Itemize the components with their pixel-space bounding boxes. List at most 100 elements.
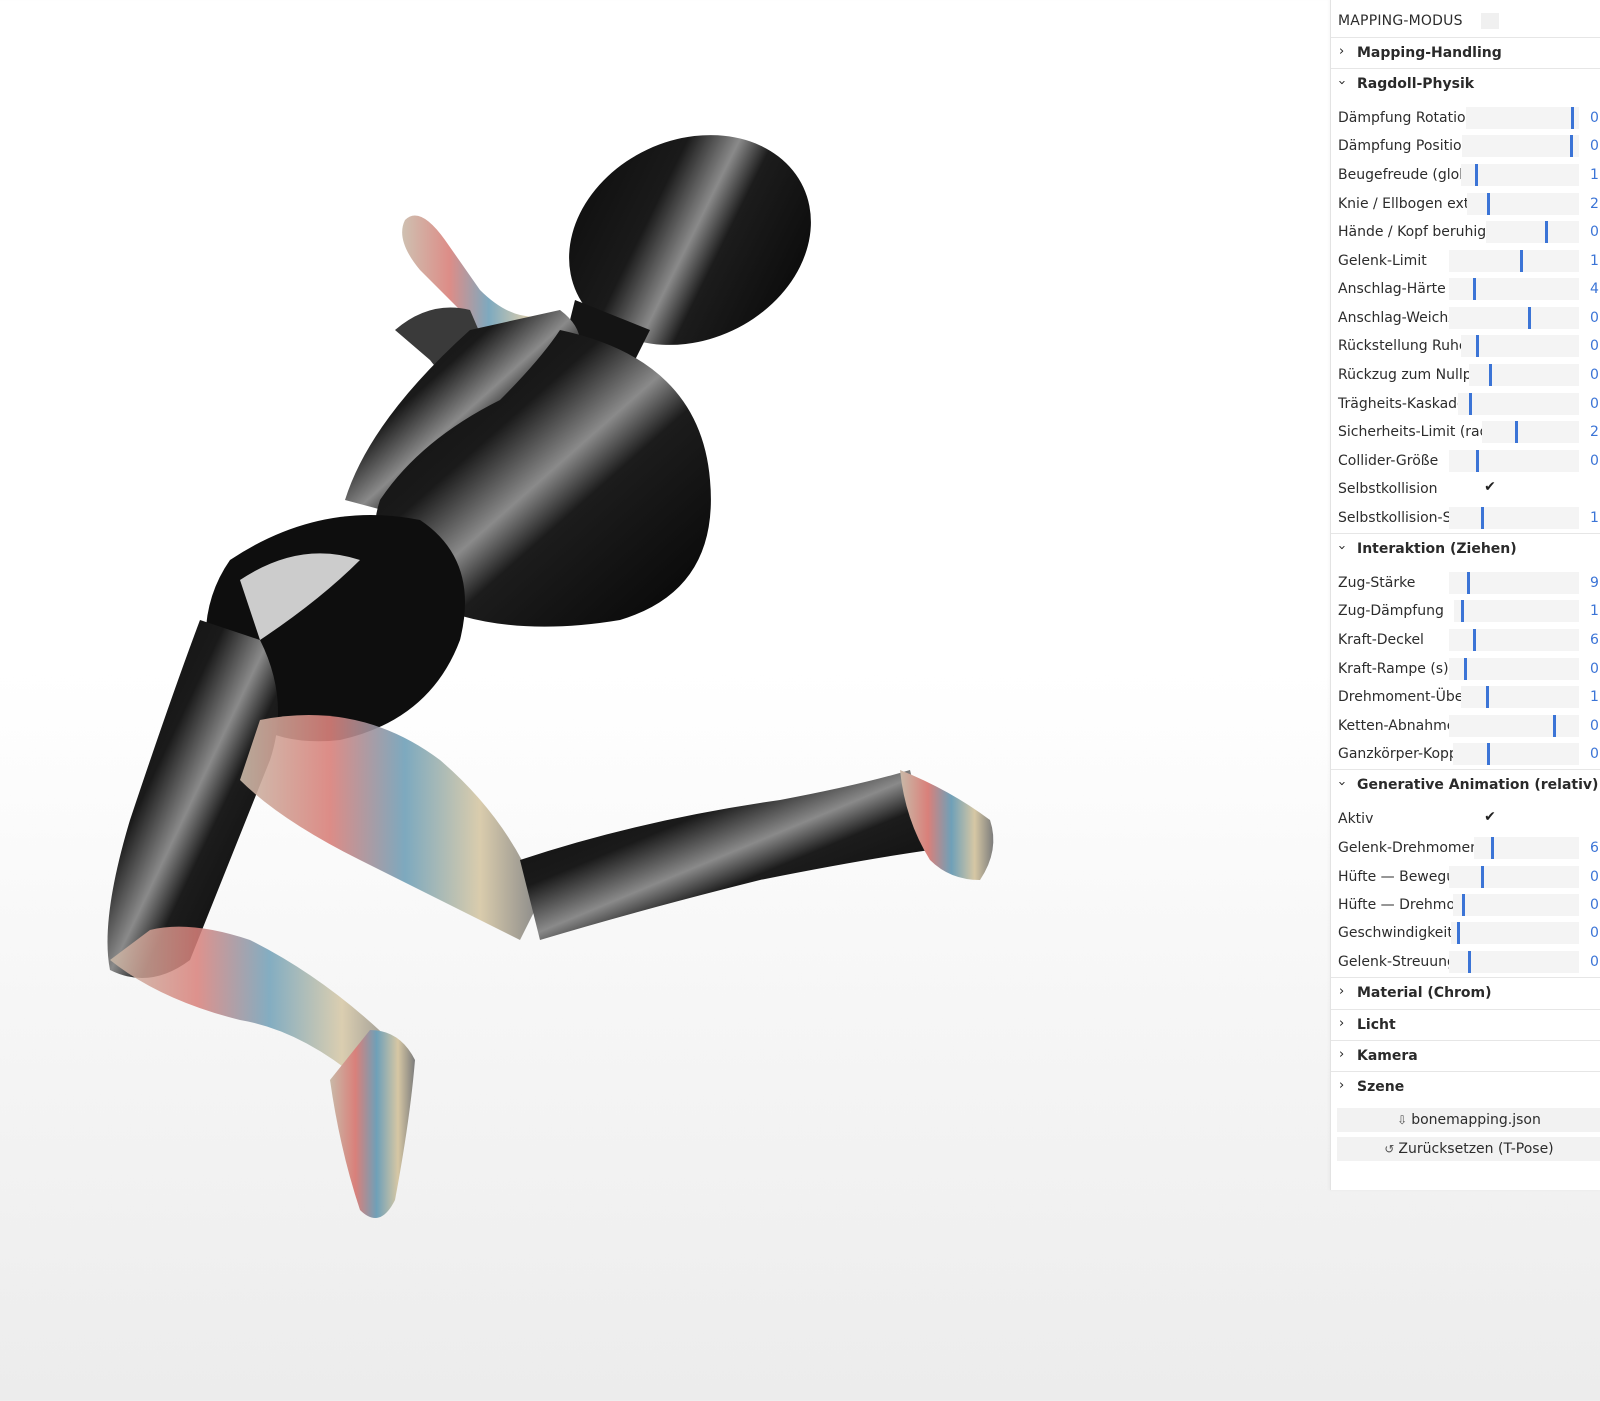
param-slider[interactable] <box>1461 164 1579 186</box>
mapping-mode-checkbox[interactable] <box>1481 13 1499 29</box>
param-value[interactable]: 1( <box>1590 510 1600 526</box>
reset-tpose-button[interactable]: ↺ Zurücksetzen (T-Pose) <box>1337 1137 1600 1161</box>
param-label: Kraft-Rampe (s) <box>1338 661 1449 677</box>
param-slider[interactable] <box>1461 686 1579 708</box>
param-slider[interactable] <box>1449 866 1579 888</box>
slider-handle[interactable] <box>1464 658 1467 680</box>
param-slider[interactable] <box>1453 894 1579 916</box>
param-value[interactable]: 0. <box>1590 661 1600 677</box>
param-slider[interactable] <box>1474 837 1579 859</box>
slider-handle[interactable] <box>1457 922 1460 944</box>
param-value[interactable]: 0. <box>1590 718 1600 734</box>
param-value[interactable]: 0. <box>1590 138 1600 154</box>
param-value[interactable]: 0. <box>1590 224 1600 240</box>
folder-ragdoll[interactable]: › Ragdoll-Physik <box>1331 68 1600 100</box>
slider-handle[interactable] <box>1468 951 1471 973</box>
param-value[interactable]: 0. <box>1590 453 1600 469</box>
param-value[interactable]: 1 <box>1590 253 1599 269</box>
slider-handle[interactable] <box>1487 193 1490 215</box>
param-slider[interactable] <box>1449 278 1579 300</box>
param-slider[interactable] <box>1462 135 1579 157</box>
param-value[interactable]: 0. <box>1590 897 1600 913</box>
param-value[interactable]: 0. <box>1590 367 1600 383</box>
param-slider[interactable] <box>1449 572 1579 594</box>
param-value[interactable]: 0. <box>1590 110 1600 126</box>
param-value[interactable]: 6( <box>1590 632 1600 648</box>
param-slider[interactable] <box>1449 658 1579 680</box>
slider-handle[interactable] <box>1487 743 1490 765</box>
chrome-figure[interactable] <box>0 0 1330 1401</box>
slider-handle[interactable] <box>1476 450 1479 472</box>
param-slider[interactable] <box>1482 421 1579 443</box>
slider-handle[interactable] <box>1528 307 1531 329</box>
param-slider[interactable] <box>1467 193 1579 215</box>
param-slider[interactable] <box>1453 743 1579 765</box>
param-slider[interactable] <box>1449 307 1579 329</box>
param-slider[interactable] <box>1449 951 1579 973</box>
download-bonemapping-button[interactable]: ⇩ bonemapping.json <box>1337 1108 1600 1132</box>
param-value[interactable]: 0. <box>1590 396 1600 412</box>
param-slider[interactable] <box>1466 107 1579 129</box>
param-value[interactable]: 1. <box>1590 689 1600 705</box>
slider-handle[interactable] <box>1476 335 1479 357</box>
folder-generative[interactable]: › Generative Animation (relativ) <box>1331 769 1600 801</box>
param-value[interactable]: 1 <box>1590 167 1599 183</box>
folder-material[interactable]: › Material (Chrom) <box>1331 977 1600 1009</box>
slider-handle[interactable] <box>1553 715 1556 737</box>
slider-handle[interactable] <box>1475 164 1478 186</box>
slider-handle[interactable] <box>1570 135 1573 157</box>
param-label: Aktiv <box>1338 811 1374 827</box>
3d-viewport[interactable] <box>0 0 1330 1401</box>
slider-handle[interactable] <box>1520 250 1523 272</box>
param-slider[interactable] <box>1486 221 1579 243</box>
param-row: Selbstkollision-Stärke1( <box>1331 503 1600 532</box>
param-value[interactable]: 9 <box>1590 575 1599 591</box>
slider-handle[interactable] <box>1481 866 1484 888</box>
param-value[interactable]: 2. <box>1590 424 1600 440</box>
param-slider[interactable] <box>1449 450 1579 472</box>
param-label: Hände / Kopf beruhigen <box>1338 224 1504 240</box>
slider-handle[interactable] <box>1545 221 1548 243</box>
param-slider[interactable] <box>1449 629 1579 651</box>
param-checkbox[interactable]: ✔ <box>1481 809 1499 827</box>
param-slider[interactable] <box>1469 364 1579 386</box>
param-slider[interactable] <box>1451 922 1579 944</box>
slider-handle[interactable] <box>1481 507 1484 529</box>
slider-handle[interactable] <box>1473 629 1476 651</box>
slider-handle[interactable] <box>1469 393 1472 415</box>
param-row: Zug-Stärke 9 <box>1331 568 1600 597</box>
param-row: Sicherheits-Limit (rad/s) 2. <box>1331 417 1600 446</box>
param-value[interactable]: 0. <box>1590 746 1600 762</box>
slider-handle[interactable] <box>1486 686 1489 708</box>
param-checkbox[interactable]: ✔ <box>1481 479 1499 497</box>
param-value[interactable]: 0. <box>1590 925 1600 941</box>
slider-handle[interactable] <box>1467 572 1470 594</box>
slider-handle[interactable] <box>1461 600 1464 622</box>
folder-licht[interactable]: › Licht <box>1331 1009 1600 1041</box>
param-value[interactable]: 4( <box>1590 281 1600 297</box>
param-slider[interactable] <box>1458 393 1579 415</box>
param-value[interactable]: 0. <box>1590 954 1600 970</box>
slider-handle[interactable] <box>1473 278 1476 300</box>
folder-szene[interactable]: › Szene <box>1331 1071 1600 1103</box>
param-slider[interactable] <box>1461 335 1579 357</box>
slider-handle[interactable] <box>1515 421 1518 443</box>
param-slider[interactable] <box>1449 250 1579 272</box>
param-slider[interactable] <box>1449 507 1579 529</box>
param-slider[interactable] <box>1454 600 1579 622</box>
slider-handle[interactable] <box>1571 107 1574 129</box>
slider-handle[interactable] <box>1491 837 1494 859</box>
param-slider[interactable] <box>1449 715 1579 737</box>
param-value[interactable]: 6. <box>1590 840 1600 856</box>
param-value[interactable]: 0 <box>1590 338 1599 354</box>
slider-handle[interactable] <box>1489 364 1492 386</box>
param-value[interactable]: 1. <box>1590 603 1600 619</box>
folder-kamera[interactable]: › Kamera <box>1331 1040 1600 1072</box>
folder-title: Material (Chrom) <box>1357 985 1492 1001</box>
folder-mapping-handling[interactable]: › Mapping-Handling <box>1331 37 1600 69</box>
param-value[interactable]: 2. <box>1590 196 1600 212</box>
param-value[interactable]: 0. <box>1590 869 1600 885</box>
folder-interaction[interactable]: › Interaktion (Ziehen) <box>1331 533 1600 565</box>
param-value[interactable]: 0. <box>1590 310 1600 326</box>
slider-handle[interactable] <box>1462 894 1465 916</box>
